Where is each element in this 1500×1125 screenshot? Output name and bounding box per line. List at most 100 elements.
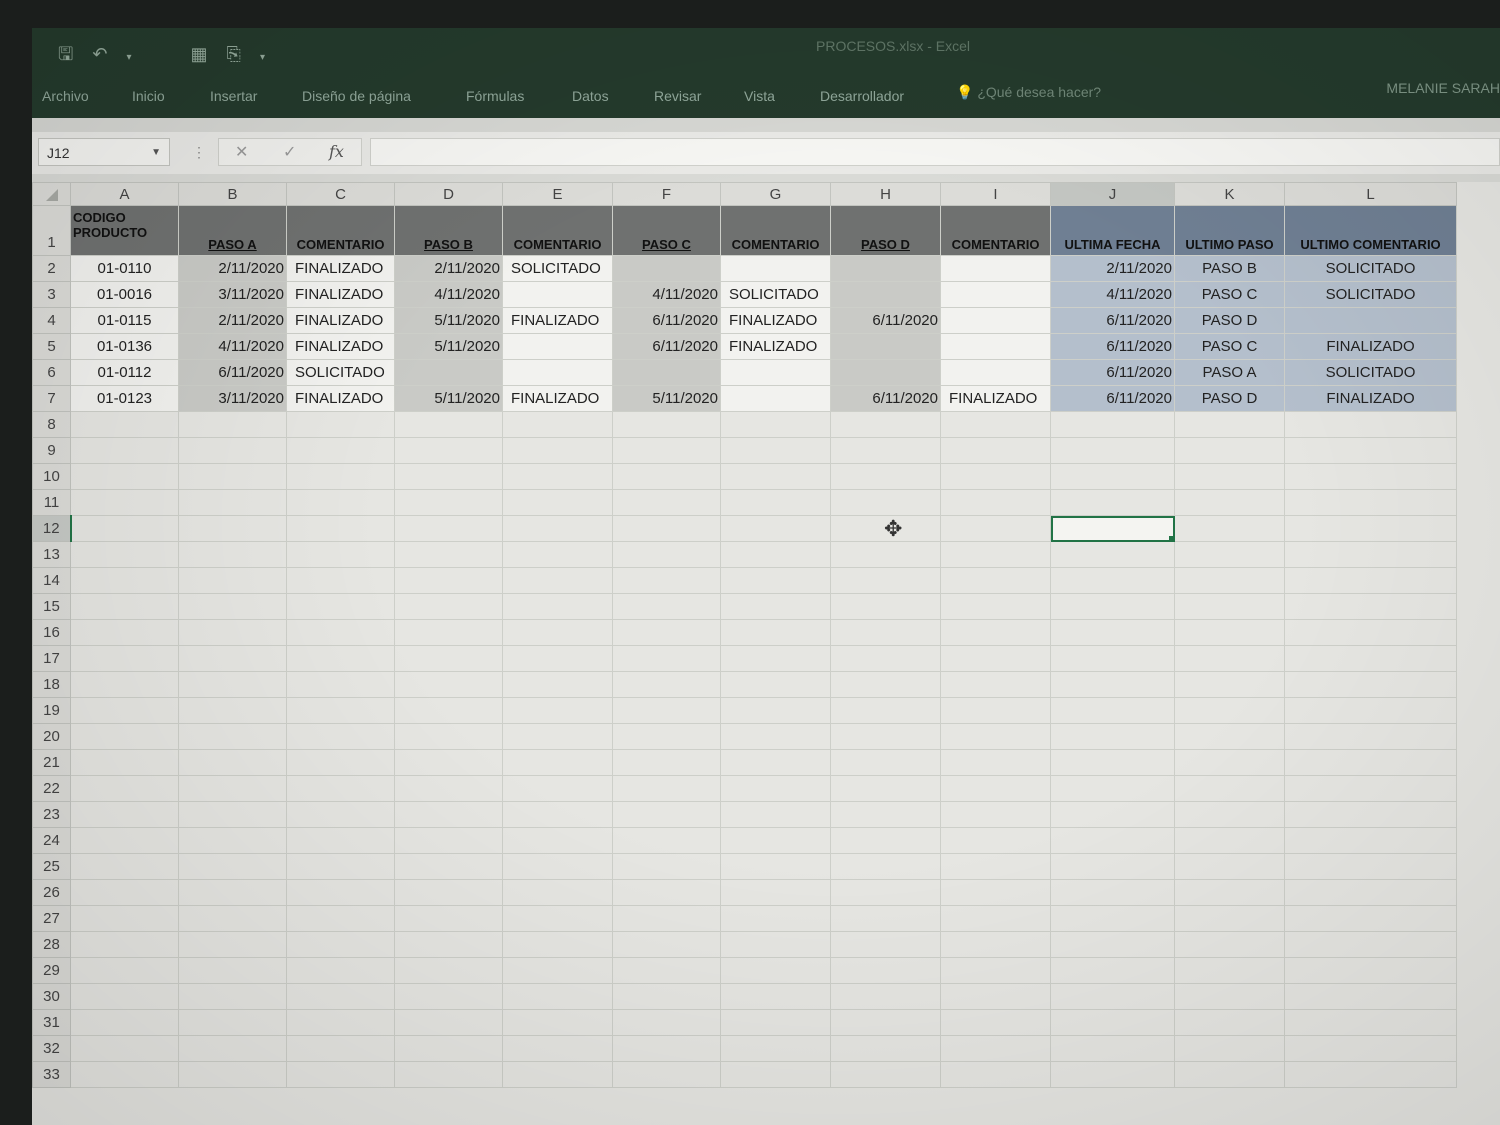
empty-cell[interactable] xyxy=(1174,593,1285,620)
empty-cell[interactable] xyxy=(70,723,179,750)
empty-cell[interactable] xyxy=(394,671,503,698)
empty-cell[interactable] xyxy=(502,593,613,620)
data-cell[interactable]: 2/11/2020 xyxy=(178,307,287,334)
empty-cell[interactable] xyxy=(1050,541,1175,568)
data-cell[interactable]: 6/11/2020 xyxy=(1050,307,1175,334)
empty-cell[interactable] xyxy=(720,567,831,594)
empty-cell[interactable] xyxy=(70,697,179,724)
empty-cell[interactable] xyxy=(286,879,395,906)
column-header-h[interactable]: H xyxy=(830,182,941,206)
header-cell-k[interactable]: ULTIMO PASO xyxy=(1174,205,1285,256)
data-cell[interactable]: 01-0016 xyxy=(70,281,179,308)
empty-cell[interactable] xyxy=(286,723,395,750)
empty-cell[interactable] xyxy=(286,1009,395,1036)
empty-cell[interactable] xyxy=(286,463,395,490)
empty-cell[interactable] xyxy=(1284,567,1457,594)
data-cell[interactable]: FINALIZADO xyxy=(720,307,831,334)
empty-cell[interactable] xyxy=(1174,853,1285,880)
empty-cell[interactable] xyxy=(502,411,613,438)
empty-cell[interactable] xyxy=(70,567,179,594)
empty-cell[interactable] xyxy=(394,515,503,542)
empty-cell[interactable] xyxy=(720,619,831,646)
empty-cell[interactable] xyxy=(502,541,613,568)
data-cell[interactable]: 4/11/2020 xyxy=(612,281,721,308)
header-cell-b[interactable]: PASO A xyxy=(178,205,287,256)
empty-cell[interactable] xyxy=(720,853,831,880)
empty-cell[interactable] xyxy=(178,853,287,880)
row-header-12[interactable]: 12 xyxy=(32,515,72,542)
empty-cell[interactable] xyxy=(502,801,613,828)
empty-cell[interactable] xyxy=(70,515,179,542)
empty-cell[interactable] xyxy=(70,1035,179,1062)
row-header-10[interactable]: 10 xyxy=(32,463,71,490)
empty-cell[interactable] xyxy=(830,723,941,750)
empty-cell[interactable] xyxy=(178,619,287,646)
empty-cell[interactable] xyxy=(1284,437,1457,464)
data-cell[interactable]: FINALIZADO xyxy=(286,307,395,334)
empty-cell[interactable] xyxy=(940,749,1051,776)
empty-cell[interactable] xyxy=(830,905,941,932)
empty-cell[interactable] xyxy=(1050,749,1175,776)
data-cell[interactable] xyxy=(720,359,831,386)
header-cell-c[interactable]: COMENTARIO xyxy=(286,205,395,256)
row-header-6[interactable]: 6 xyxy=(32,359,71,386)
empty-cell[interactable] xyxy=(830,437,941,464)
empty-cell[interactable] xyxy=(394,1009,503,1036)
empty-cell[interactable] xyxy=(830,931,941,958)
row-header-22[interactable]: 22 xyxy=(32,775,71,802)
data-cell[interactable]: 6/11/2020 xyxy=(1050,333,1175,360)
undo-dropdown-icon[interactable]: ▾ xyxy=(126,52,131,63)
empty-cell[interactable] xyxy=(720,463,831,490)
empty-cell[interactable] xyxy=(502,983,613,1010)
empty-cell[interactable] xyxy=(1174,801,1285,828)
empty-cell[interactable] xyxy=(178,411,287,438)
empty-cell[interactable] xyxy=(612,645,721,672)
empty-cell[interactable] xyxy=(394,697,503,724)
empty-cell[interactable] xyxy=(940,697,1051,724)
data-cell[interactable]: 5/11/2020 xyxy=(394,385,503,412)
empty-cell[interactable] xyxy=(1284,541,1457,568)
active-cell[interactable] xyxy=(1050,515,1175,542)
empty-cell[interactable] xyxy=(286,1061,395,1088)
empty-cell[interactable] xyxy=(720,437,831,464)
empty-cell[interactable] xyxy=(178,515,287,542)
empty-cell[interactable] xyxy=(612,541,721,568)
empty-cell[interactable] xyxy=(1174,905,1285,932)
tab-vista[interactable]: Vista xyxy=(744,88,775,104)
empty-cell[interactable] xyxy=(394,801,503,828)
empty-cell[interactable] xyxy=(612,1035,721,1062)
empty-cell[interactable] xyxy=(178,879,287,906)
empty-cell[interactable] xyxy=(720,957,831,984)
empty-cell[interactable] xyxy=(1174,983,1285,1010)
empty-cell[interactable] xyxy=(830,619,941,646)
empty-cell[interactable] xyxy=(286,983,395,1010)
data-cell[interactable]: 01-0110 xyxy=(70,255,179,282)
empty-cell[interactable] xyxy=(394,879,503,906)
undo-icon[interactable]: ↶ xyxy=(92,44,107,65)
enter-icon[interactable]: ✓ xyxy=(283,142,296,162)
empty-cell[interactable] xyxy=(940,905,1051,932)
row-header-1[interactable]: 1 xyxy=(32,205,71,256)
data-cell[interactable]: 01-0123 xyxy=(70,385,179,412)
empty-cell[interactable] xyxy=(70,749,179,776)
data-cell[interactable]: 6/11/2020 xyxy=(830,307,941,334)
row-header-9[interactable]: 9 xyxy=(32,437,71,464)
empty-cell[interactable] xyxy=(612,489,721,516)
empty-cell[interactable] xyxy=(1174,1009,1285,1036)
customize-toolbar-icon[interactable]: ▾ xyxy=(260,52,265,63)
empty-cell[interactable] xyxy=(830,697,941,724)
empty-cell[interactable] xyxy=(394,723,503,750)
empty-cell[interactable] xyxy=(1050,567,1175,594)
data-cell[interactable]: FINALIZADO xyxy=(502,385,613,412)
data-cell[interactable]: FINALIZADO xyxy=(286,255,395,282)
empty-cell[interactable] xyxy=(612,1009,721,1036)
empty-cell[interactable] xyxy=(612,827,721,854)
empty-cell[interactable] xyxy=(612,697,721,724)
empty-cell[interactable] xyxy=(720,1061,831,1088)
empty-cell[interactable] xyxy=(1174,723,1285,750)
empty-cell[interactable] xyxy=(612,411,721,438)
empty-cell[interactable] xyxy=(178,593,287,620)
empty-cell[interactable] xyxy=(178,801,287,828)
empty-cell[interactable] xyxy=(502,905,613,932)
empty-cell[interactable] xyxy=(1174,515,1285,542)
